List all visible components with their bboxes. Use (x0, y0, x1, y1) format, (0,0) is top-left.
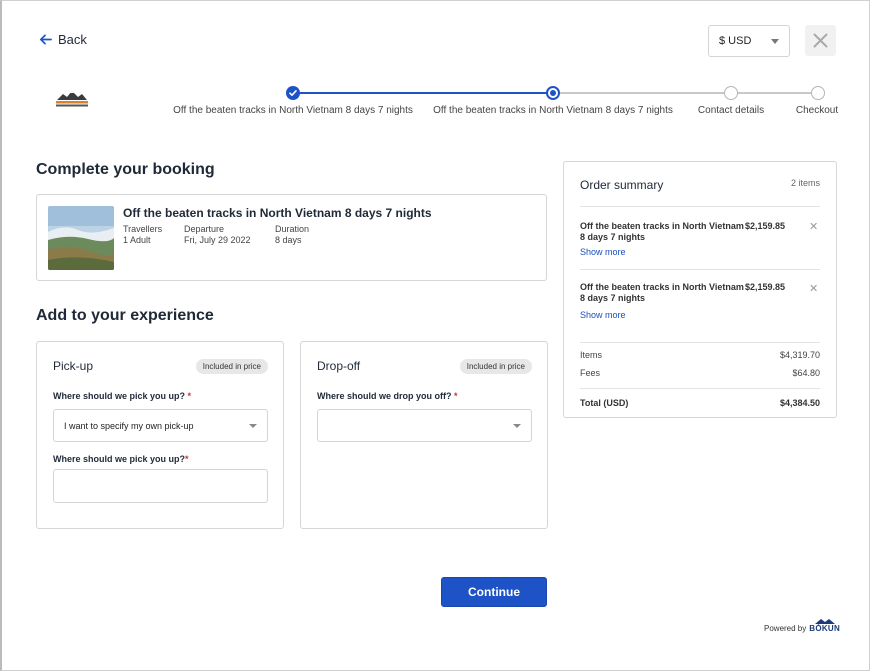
travellers-info: Travellers 1 Adult (123, 224, 162, 246)
fees-value: $64.80 (792, 368, 820, 378)
summary-item-price: $2,159.85 (745, 282, 786, 292)
pickup-select[interactable]: I want to specify my own pick-up (53, 409, 268, 442)
pickup-card: Pick-up Included in price Where should w… (36, 341, 284, 529)
powered-by-label: Powered by (764, 624, 807, 633)
dropoff-title: Drop-off (317, 359, 361, 373)
continue-button[interactable]: Continue (441, 577, 547, 607)
required-marker: * (187, 391, 192, 401)
divider (580, 206, 820, 207)
chevron-down-icon (771, 38, 779, 44)
experience-title: Add to your experience (36, 307, 214, 324)
pickup-title: Pick-up (53, 359, 94, 373)
bokun-brand: BÓKUN (809, 624, 841, 633)
total-value: $4,384.50 (779, 398, 820, 408)
pickup-location-input[interactable] (53, 469, 268, 503)
dropoff-included-badge: Included in price (459, 359, 532, 374)
pickup-select-label-text: Where should we pick you up? (53, 391, 186, 401)
total-label: Total (USD) (580, 398, 629, 408)
close-icon (813, 33, 828, 48)
travellers-value: 1 Adult (123, 235, 151, 245)
step-connector (731, 92, 818, 94)
pickup-input-label-text: Where should we pick you up? (53, 454, 186, 464)
step-1-dot (286, 86, 300, 100)
duration-label: Duration (275, 224, 310, 234)
remove-item-icon[interactable]: ✕ (809, 282, 818, 295)
step-4-label: Checkout (795, 105, 839, 116)
remove-item-icon[interactable]: ✕ (809, 220, 818, 233)
back-label: Back (58, 32, 87, 47)
step-3-label: Contact details (697, 105, 765, 116)
duration-info: Duration 8 days (275, 224, 309, 246)
summary-fees-row: Fees $64.80 (580, 368, 820, 378)
dropoff-select[interactable] (317, 409, 532, 442)
duration-value: 8 days (275, 235, 302, 245)
step-4-dot (811, 86, 825, 100)
dropoff-select-label: Where should we drop you off? * (317, 391, 458, 401)
step-2-label: Off the beaten tracks in North Vietnam 8… (433, 105, 673, 116)
bokun-logo: BÓKUN (809, 619, 840, 633)
chevron-down-icon (513, 423, 521, 428)
items-label: Items (580, 350, 603, 360)
booking-title: Off the beaten tracks in North Vietnam 8… (123, 206, 432, 220)
summary-total-row: Total (USD) $4,384.50 (580, 398, 820, 408)
check-icon (289, 90, 297, 96)
show-more-link[interactable]: Show more (580, 310, 626, 320)
tour-thumbnail (48, 206, 114, 270)
pickup-select-label: Where should we pick you up? * (53, 391, 191, 401)
checkout-window: Back $ USD Off the beaten tracks in Nort… (0, 0, 870, 671)
summary-item-name: Off the beaten tracks in North Vietnam 8… (580, 282, 744, 303)
dropoff-card: Drop-off Included in price Where should … (300, 341, 548, 529)
step-connector (293, 92, 553, 94)
required-marker: * (454, 391, 458, 401)
travellers-label: Travellers (123, 224, 163, 234)
powered-by: Powered by BÓKUN (764, 619, 840, 633)
step-3-dot (724, 86, 738, 100)
pickup-select-value: I want to specify my own pick-up (64, 420, 194, 431)
divider (580, 342, 820, 343)
required-marker: * (185, 454, 189, 464)
summary-item-name: Off the beaten tracks in North Vietnam 8… (580, 221, 744, 242)
order-summary: Order summary 2 items Off the beaten tra… (563, 161, 837, 418)
close-button[interactable] (805, 25, 836, 56)
summary-item-price: $2,159.85 (745, 221, 786, 231)
summary-title: Order summary (580, 178, 664, 192)
departure-value: Fri, July 29 2022 (184, 235, 251, 245)
pickup-input-label: Where should we pick you up?* (53, 454, 189, 464)
step-2-dot (546, 86, 560, 100)
currency-value: $ USD (719, 35, 752, 47)
departure-info: Departure Fri, July 29 2022 (184, 224, 251, 246)
show-more-link[interactable]: Show more (580, 247, 626, 257)
pickup-included-badge: Included in price (195, 359, 268, 374)
booking-card: Off the beaten tracks in North Vietnam 8… (36, 194, 547, 281)
items-value: $4,319.70 (779, 350, 820, 360)
divider (580, 269, 820, 270)
dropoff-select-label-text: Where should we drop you off? (317, 391, 452, 401)
summary-items-row: Items $4,319.70 (580, 350, 820, 360)
summary-count: 2 items (790, 178, 820, 188)
back-button[interactable]: Back (39, 32, 87, 47)
step-connector (553, 92, 731, 94)
currency-select[interactable]: $ USD (708, 25, 790, 57)
progress-steps: Off the beaten tracks in North Vietnam 8… (2, 81, 870, 121)
departure-label: Departure (184, 224, 225, 234)
step-1-label: Off the beaten tracks in North Vietnam 8… (173, 105, 413, 116)
fees-label: Fees (580, 368, 601, 378)
arrow-left-icon (40, 34, 52, 45)
page-title: Complete your booking (36, 161, 215, 178)
divider (580, 388, 820, 389)
chevron-down-icon (249, 423, 257, 428)
